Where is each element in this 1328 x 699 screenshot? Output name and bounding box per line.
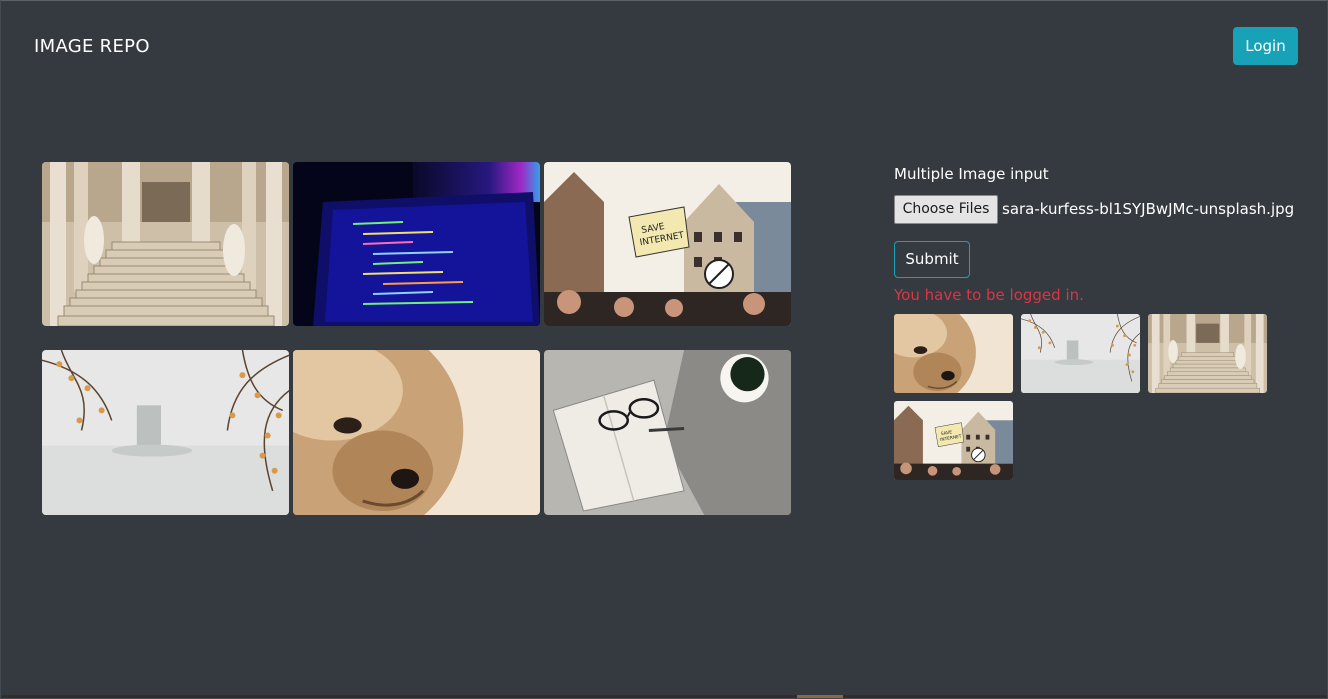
dog-image <box>293 350 540 515</box>
app-window: IMAGE REPO Login Multiple Image input Ch… <box>0 0 1328 699</box>
protest-preview-image <box>894 401 1013 480</box>
login-required-error: You have to be logged in. <box>894 286 1084 304</box>
staircase-image <box>42 162 289 326</box>
misty-lake-preview-image <box>1021 314 1140 393</box>
submit-button[interactable]: Submit <box>894 241 970 278</box>
preview-thumbnail <box>894 314 1013 393</box>
laptop-code-image <box>293 162 540 326</box>
choose-files-button[interactable]: Choose Files <box>894 195 998 224</box>
selected-file-name: sara-kurfess-bl1SYJBwJMc-unsplash.jpg <box>1002 200 1295 218</box>
taskbar-item <box>797 695 843 698</box>
misty-lake-image <box>42 350 289 515</box>
preview-thumbnail <box>1148 314 1267 393</box>
gallery-image-lake[interactable] <box>42 350 289 515</box>
dog-preview-image <box>894 314 1013 393</box>
gallery-image-protest[interactable] <box>544 162 791 326</box>
staircase-preview-image <box>1148 314 1267 393</box>
upload-label: Multiple Image input <box>894 165 1049 183</box>
navbar: IMAGE REPO Login <box>1 1 1328 93</box>
preview-thumbnail <box>894 401 1013 480</box>
brand-title[interactable]: IMAGE REPO <box>34 36 150 57</box>
gallery-image-code[interactable] <box>293 162 540 326</box>
preview-thumbnail <box>1021 314 1140 393</box>
gallery-image-staircase[interactable] <box>42 162 289 326</box>
taskbar-edge <box>1 695 1327 698</box>
protest-image <box>544 162 791 326</box>
notebook-image <box>544 350 791 515</box>
login-button[interactable]: Login <box>1233 27 1298 65</box>
image-gallery <box>42 162 792 516</box>
gallery-image-dog[interactable] <box>293 350 540 515</box>
gallery-image-notebook[interactable] <box>544 350 791 515</box>
